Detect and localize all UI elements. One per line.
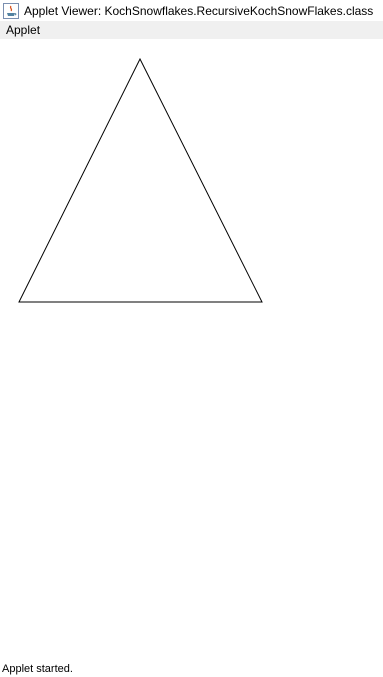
applet-canvas bbox=[0, 39, 383, 657]
koch-drawing bbox=[18, 57, 263, 303]
window-title: Applet Viewer: KochSnowflakes.RecursiveK… bbox=[24, 3, 374, 18]
window-title-bar: Applet Viewer: KochSnowflakes.RecursiveK… bbox=[0, 0, 383, 21]
menu-applet[interactable]: Applet bbox=[0, 21, 46, 39]
status-bar: Applet started. bbox=[0, 660, 383, 677]
menu-bar: Applet bbox=[0, 21, 383, 39]
java-icon bbox=[3, 2, 19, 19]
status-text: Applet started. bbox=[2, 662, 73, 675]
koch-triangle bbox=[18, 57, 263, 303]
